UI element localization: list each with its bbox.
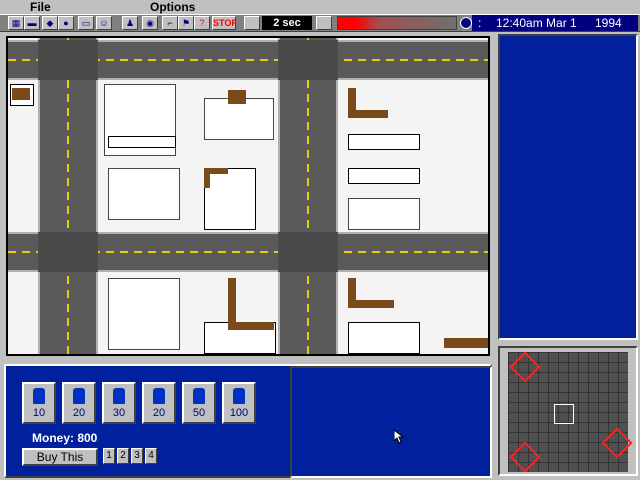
page-button-3[interactable]: 3 <box>131 448 143 464</box>
tank-icon <box>193 388 205 404</box>
speed-display: 2 sec <box>262 16 312 30</box>
threat-marker <box>509 441 541 473</box>
building[interactable] <box>348 322 420 354</box>
gun-icon[interactable]: ⌐ <box>162 16 178 30</box>
soldier-icon[interactable]: ♟ <box>122 16 138 30</box>
unit-cost: 30 <box>112 407 126 419</box>
unit-cost: 100 <box>229 407 249 419</box>
wall-segment <box>348 300 394 308</box>
building[interactable] <box>108 136 176 148</box>
minimap-grid[interactable] <box>508 351 633 473</box>
people-icon[interactable]: ☺ <box>96 16 112 30</box>
road-vertical[interactable] <box>278 38 338 354</box>
date-time-display: : 12:40am Mar 1 1994 <box>472 15 638 31</box>
monitor-icon[interactable]: ▭ <box>78 16 94 30</box>
building[interactable] <box>108 168 180 220</box>
toolbar: ▦ ▬ ◆ ● ▭ ☺ ♟ ◉ ⌐ ⚑ ? STOP 2 sec : 12:40… <box>0 14 640 32</box>
mouse-cursor-icon <box>394 430 404 444</box>
building[interactable] <box>348 168 420 184</box>
viewport-indicator[interactable] <box>554 404 574 424</box>
building[interactable] <box>348 198 420 230</box>
buy-button[interactable]: Buy This <box>22 448 98 466</box>
soldier-icon <box>33 388 45 404</box>
grid-icon[interactable]: ▦ <box>8 16 24 30</box>
page-button-4[interactable]: 4 <box>145 448 157 464</box>
game-year: 1994 <box>595 16 622 30</box>
wall-segment <box>228 322 274 330</box>
wall-segment <box>228 278 236 328</box>
help-icon[interactable]: ? <box>194 16 210 30</box>
armored-soldier-icon <box>73 388 85 404</box>
bomb-icon[interactable]: ● <box>58 16 74 30</box>
wall-segment <box>348 110 388 118</box>
menu-options[interactable]: Options <box>150 0 195 14</box>
minimap[interactable] <box>498 346 638 476</box>
rubble <box>228 90 246 104</box>
shield-icon[interactable]: ◆ <box>42 16 58 30</box>
building[interactable] <box>108 278 180 350</box>
unit-cost: 10 <box>32 407 46 419</box>
intersection[interactable] <box>38 232 98 272</box>
flag-icon[interactable]: ⚑ <box>178 16 194 30</box>
wall-segment <box>444 338 488 348</box>
unit-cost: 20 <box>152 407 166 419</box>
medic-icon <box>153 388 165 404</box>
page-button-2[interactable]: 2 <box>117 448 129 464</box>
building[interactable] <box>348 134 420 150</box>
unit-button-3[interactable]: 30 <box>102 382 136 424</box>
stop-button[interactable]: STOP <box>212 16 236 30</box>
speed-increase-button[interactable] <box>316 16 332 30</box>
intersection[interactable] <box>278 40 338 80</box>
lane-marking <box>67 38 69 354</box>
rubble <box>12 88 30 100</box>
commando-icon <box>233 388 245 404</box>
lane-marking <box>307 38 309 354</box>
intersection[interactable] <box>38 40 98 80</box>
unit-button-1[interactable]: 10 <box>22 382 56 424</box>
menu-file[interactable]: File <box>30 0 51 14</box>
game-time: 12:40am Mar 1 <box>496 16 577 30</box>
unit-button-5[interactable]: 50 <box>182 382 216 424</box>
wall-segment <box>204 168 210 188</box>
threat-marker <box>601 427 633 459</box>
truck-icon[interactable]: ▬ <box>24 16 40 30</box>
unit-button-6[interactable]: 100 <box>222 382 256 424</box>
city-map[interactable] <box>6 36 490 356</box>
clock-icon <box>460 17 472 29</box>
unit-cost: 20 <box>72 407 86 419</box>
eye-icon[interactable]: ◉ <box>142 16 158 30</box>
money-display: Money: 800 <box>32 431 98 445</box>
threat-marker <box>509 351 541 383</box>
building[interactable] <box>204 168 256 230</box>
building[interactable] <box>204 98 274 140</box>
unit-button-2[interactable]: 20 <box>62 382 96 424</box>
intersection[interactable] <box>278 232 338 272</box>
message-panel <box>290 366 492 478</box>
menu-bar: File Options <box>0 0 640 14</box>
heavy-soldier-icon <box>113 388 125 404</box>
unit-cost: 50 <box>192 407 206 419</box>
unit-button-4[interactable]: 20 <box>142 382 176 424</box>
alert-level-bar <box>337 16 457 30</box>
datetime-separator: : <box>478 16 482 30</box>
speed-decrease-button[interactable] <box>244 16 260 30</box>
page-button-1[interactable]: 1 <box>103 448 115 464</box>
road-vertical[interactable] <box>38 38 98 354</box>
unit-info-panel <box>498 34 638 340</box>
